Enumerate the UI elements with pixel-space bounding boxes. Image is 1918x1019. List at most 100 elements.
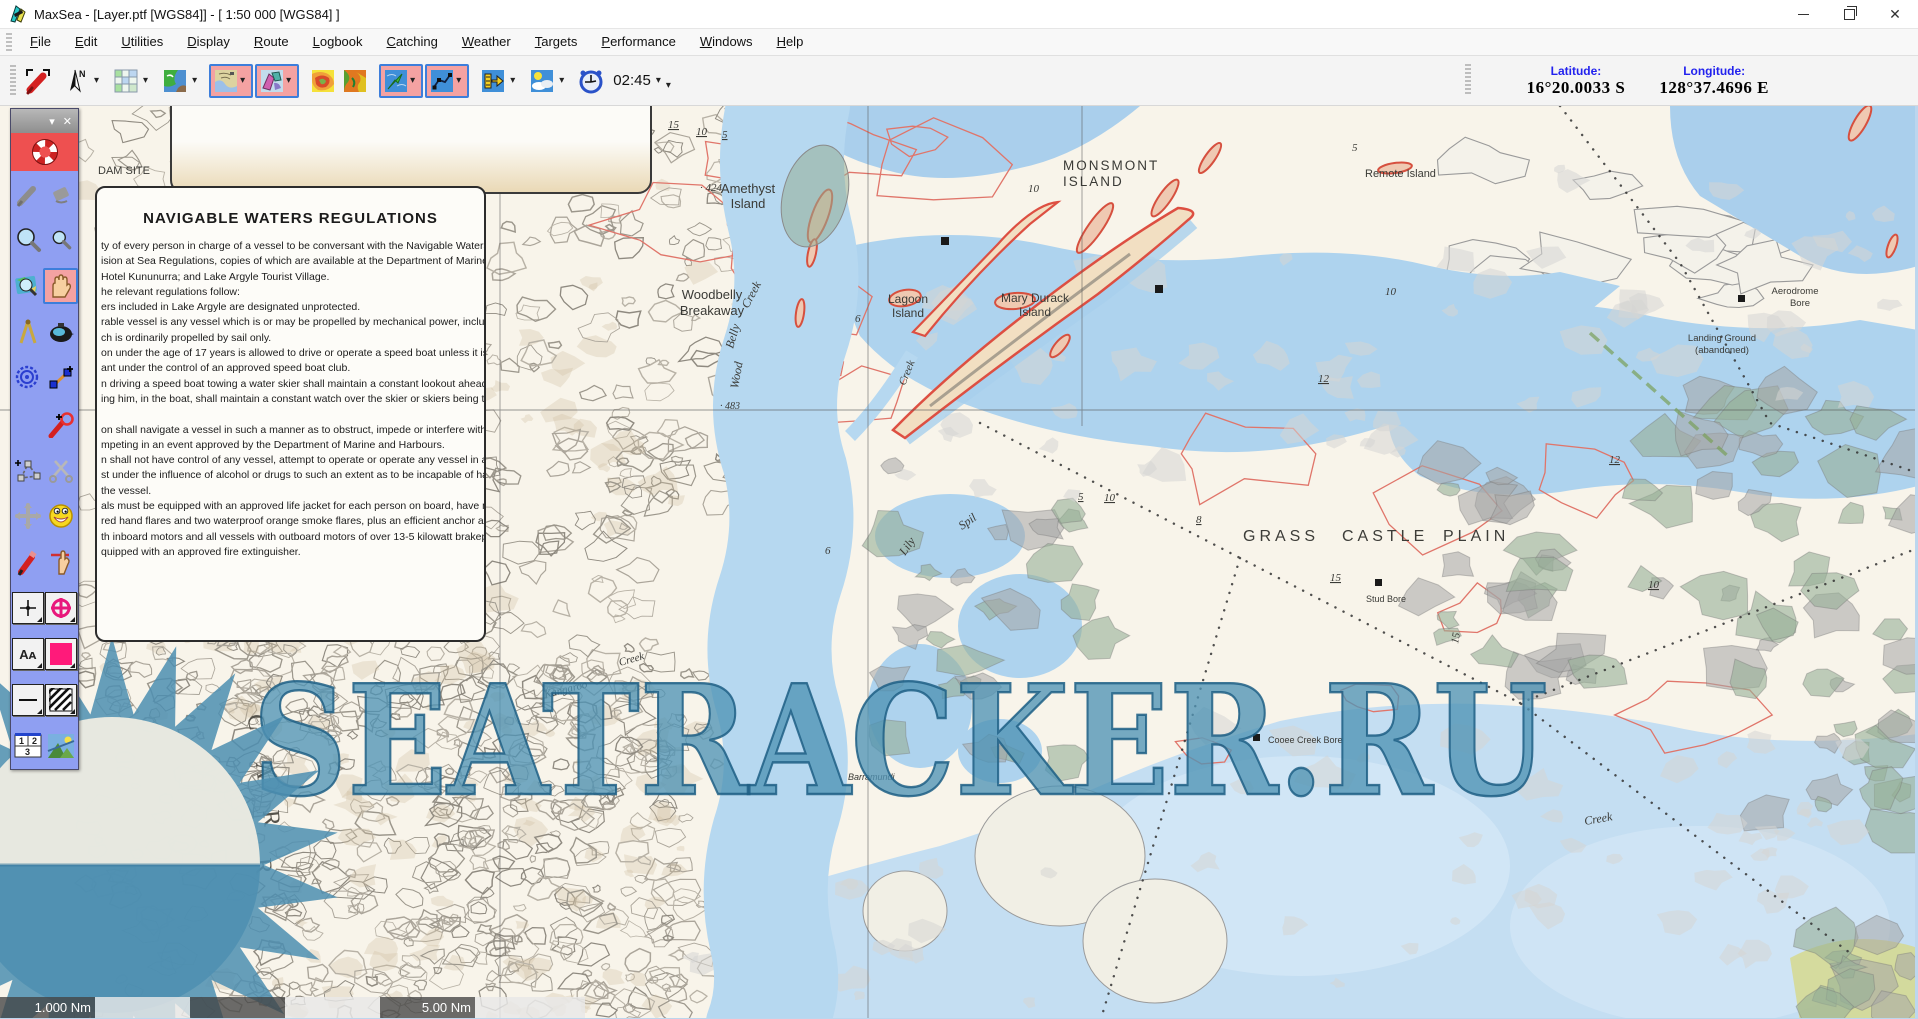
weather-button[interactable] (527, 66, 557, 96)
map-label: 15 (668, 119, 680, 131)
own-ship-button[interactable]: ▾ (379, 64, 423, 98)
regulation-line: ch is ordinarily propelled by sail only. (101, 331, 484, 346)
regulation-line: he relevant regulations follow: (101, 285, 484, 300)
regulation-line: rable vessel is any vessel which is or m… (101, 315, 484, 330)
regulation-line: on under the age of 17 years is allowed … (101, 346, 484, 361)
own-ship-dropdown[interactable]: ▾ (410, 75, 415, 86)
tool-range-rings[interactable] (12, 362, 44, 394)
menu-edit[interactable]: Edit (63, 31, 109, 52)
style-crosshair-button[interactable] (12, 592, 44, 624)
orientation-north-button[interactable]: N (62, 66, 92, 96)
tool-zoom-in[interactable] (12, 224, 44, 256)
route-dropdown[interactable]: ▾ (456, 75, 461, 86)
chart-note-box (170, 106, 652, 194)
tool-route-edit[interactable] (45, 362, 77, 394)
style-line-button[interactable] (12, 684, 44, 716)
selection-pen-button[interactable] (23, 66, 53, 96)
palette-close-icon[interactable]: ✕ (63, 115, 72, 128)
map-label: Breakaway (680, 303, 745, 318)
clock-button[interactable] (576, 66, 606, 96)
tool-pen-disabled[interactable] (12, 178, 44, 210)
sst-layer-button[interactable] (340, 66, 370, 96)
map-label: Aerodrome (1772, 286, 1819, 297)
style-fill-color-button[interactable] (45, 638, 77, 670)
menu-utilities[interactable]: Utilities (109, 31, 175, 52)
time-dropdown[interactable]: ▾ (656, 75, 661, 86)
weather-dropdown[interactable]: ▾ (559, 75, 564, 86)
tool-bearing-compass[interactable] (45, 316, 77, 348)
style-circle-button[interactable] (45, 592, 77, 624)
menu-logbook[interactable]: Logbook (301, 31, 375, 52)
own-ship-icon (383, 68, 409, 94)
bathy-contours-button[interactable] (308, 66, 338, 96)
chart-view[interactable]: , MislDAM SITE· 424AmethystIslandWoodbel… (0, 106, 1918, 1019)
raster-chart-dropdown[interactable]: ▾ (240, 75, 245, 86)
position-grip[interactable] (1465, 64, 1471, 96)
menu-route[interactable]: Route (242, 31, 301, 52)
tool-chart-zoom[interactable] (11, 270, 43, 302)
grid-dropdown[interactable]: ▾ (143, 75, 148, 86)
scale-segment (285, 997, 380, 1018)
map-label: Landing Ground (1688, 333, 1756, 344)
tool-divider[interactable] (12, 316, 44, 348)
menu-display[interactable]: Display (175, 31, 242, 52)
tool-scissors[interactable] (45, 454, 77, 486)
map-label: Amethyst (721, 181, 776, 196)
minimize-button[interactable] (1780, 0, 1826, 28)
map-label: 10 (1648, 579, 1660, 591)
raster-chart-button[interactable]: ▾ (209, 64, 253, 98)
latitude-label: Latitude: (1527, 64, 1626, 78)
tool-polygon[interactable] (12, 454, 44, 486)
close-button[interactable]: ✕ (1872, 0, 1918, 28)
tool-manual-input[interactable] (45, 546, 77, 578)
vector-chart-dropdown[interactable]: ▾ (286, 75, 291, 86)
tool-numbering[interactable]: 123 (12, 730, 44, 762)
tool-eraser-disabled[interactable] (45, 178, 77, 210)
grid-button[interactable] (111, 66, 141, 96)
regulation-line: Hotel Kununurra; and Lake Argyle Tourist… (101, 270, 484, 285)
grid-icon (113, 68, 139, 94)
tool-zoom-out[interactable] (45, 224, 77, 256)
map-label: 8 (1196, 514, 1202, 526)
tool-pencil[interactable] (12, 546, 44, 578)
tool-mark-zoom[interactable] (45, 408, 77, 440)
menu-file[interactable]: File (18, 31, 63, 52)
palette-title-bar[interactable]: ▾ ✕ (11, 109, 78, 133)
tool-pan-hand[interactable] (43, 268, 79, 304)
regulation-line: ision at Sea Regulations, copies of whic… (101, 254, 484, 269)
map-label: Island (731, 196, 766, 211)
chart-display-button[interactable] (160, 66, 190, 96)
vector-chart-button[interactable]: ▾ (255, 64, 299, 98)
north-compass-icon: N (64, 68, 90, 94)
text-style-glyph: Aᴀ (19, 647, 36, 662)
palette-menu-icon[interactable]: ▾ (49, 115, 55, 128)
toolbar-grip[interactable] (10, 65, 16, 97)
menu-catching[interactable]: Catching (375, 31, 450, 52)
map-label: (abandoned) (1695, 345, 1749, 356)
map-label: 10 (1028, 183, 1040, 195)
map-label: 5 (722, 129, 728, 141)
events-dropdown[interactable]: ▾ (510, 75, 515, 86)
style-text-button[interactable]: Aᴀ (12, 638, 44, 670)
time-dropdown-2[interactable]: ▾ (666, 80, 671, 91)
menu-weather[interactable]: Weather (450, 31, 523, 52)
tool-move[interactable] (12, 500, 44, 532)
tool-life-buoy[interactable] (11, 133, 78, 171)
menu-windows[interactable]: Windows (688, 31, 765, 52)
style-hatch-button[interactable] (45, 684, 77, 716)
orientation-dropdown[interactable]: ▾ (94, 75, 99, 86)
tool-picture[interactable] (45, 730, 77, 762)
map-label: Lagoon (888, 292, 928, 306)
menu-performance[interactable]: Performance (589, 31, 687, 52)
events-button[interactable] (478, 66, 508, 96)
menu-bar: FileEditUtilitiesDisplayRouteLogbookCatc… (0, 29, 1918, 56)
restore-button[interactable] (1826, 0, 1872, 28)
time-display[interactable]: 02:45 (613, 72, 651, 89)
tool-fun-face[interactable] (45, 500, 77, 532)
chart-display-dropdown[interactable]: ▾ (192, 75, 197, 86)
route-button[interactable]: ▾ (425, 64, 469, 98)
menu-grip[interactable] (6, 33, 12, 51)
menu-help[interactable]: Help (765, 31, 816, 52)
map-label: GRASS (1243, 528, 1319, 545)
menu-targets[interactable]: Targets (523, 31, 590, 52)
